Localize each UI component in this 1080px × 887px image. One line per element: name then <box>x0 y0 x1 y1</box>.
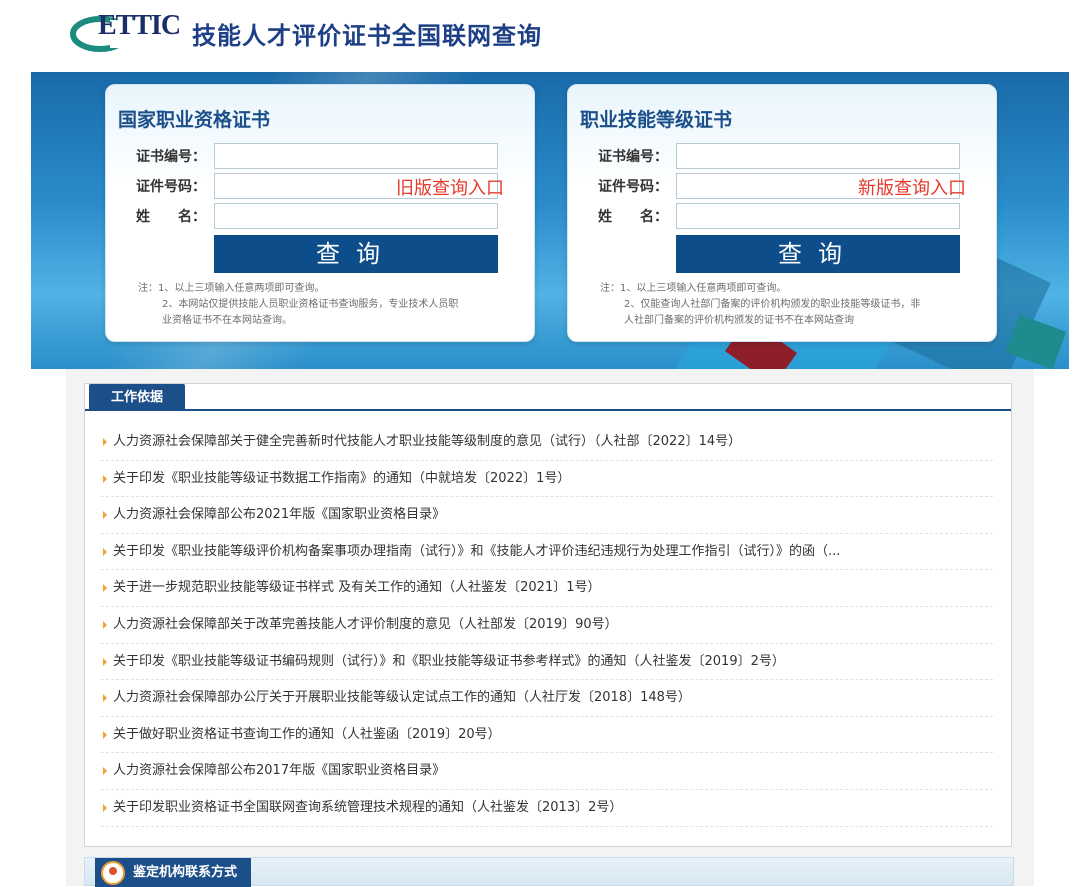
query-banner: 国家职业资格证书 证书编号： 证件号码： 旧版查询入口 姓 名： 查询 注：1、… <box>31 72 1069 369</box>
list-item[interactable]: 人力资源社会保障部关于健全完善新时代技能人才职业技能等级制度的意见（试行）（人社… <box>101 424 993 461</box>
name-row: 姓 名： <box>136 203 506 229</box>
list-item-link[interactable]: 人力资源社会保障部公布2021年版《国家职业资格目录》 <box>113 507 445 522</box>
field-label: 证书编号： <box>136 149 206 165</box>
list-item[interactable]: 人力资源社会保障部公布2021年版《国家职业资格目录》 <box>101 497 993 534</box>
site-header: ETTIC 技能人才评价证书全国联网查询 <box>0 0 1080 72</box>
query-button[interactable]: 查询 <box>214 235 498 273</box>
list-item-link[interactable]: 关于印发《职业技能等级证书编码规则（试行）》和《职业技能等级证书参考样式》的通知… <box>113 654 785 669</box>
list-item-link[interactable]: 关于进一步规范职业技能等级证书样式 及有关工作的通知（人社鉴发〔2021〕1号） <box>113 580 601 595</box>
list-item[interactable]: 人力资源社会保障部公布2017年版《国家职业资格目录》 <box>101 753 993 790</box>
list-item-link[interactable]: 关于做好职业资格证书查询工作的通知（人社鉴函〔2019〕20号） <box>113 727 501 742</box>
field-label: 姓 名： <box>598 209 668 225</box>
list-item-link[interactable]: 关于印发职业资格证书全国联网查询系统管理技术规程的通知（人社鉴发〔2013〕2号… <box>113 800 622 815</box>
id-number-row: 证件号码： 旧版查询入口 <box>136 173 506 199</box>
national-certificate-card: 国家职业资格证书 证书编号： 证件号码： 旧版查询入口 姓 名： 查询 注：1、… <box>105 84 535 342</box>
list-item[interactable]: 人力资源社会保障部办公厅关于开展职业技能等级认定试点工作的通知（人社厅发〔201… <box>101 680 993 717</box>
list-item[interactable]: 关于印发《职业技能等级评价机构备案事项办理指南（试行）》和《技能人才评价违纪违规… <box>101 534 993 571</box>
work-basis-section: 工作依据 人力资源社会保障部关于健全完善新时代技能人才职业技能等级制度的意见（试… <box>84 383 1012 847</box>
list-item[interactable]: 关于印发《职业技能等级证书数据工作指南》的通知（中就培发〔2022〕1号） <box>101 461 993 498</box>
contact-section: 鉴定机构联系方式 <box>84 857 1014 887</box>
name-input[interactable] <box>676 203 960 229</box>
work-basis-list: 人力资源社会保障部关于健全完善新时代技能人才职业技能等级制度的意见（试行）（人社… <box>101 424 993 827</box>
tab-contact[interactable]: 鉴定机构联系方式 <box>95 858 251 887</box>
list-item[interactable]: 关于做好职业资格证书查询工作的通知（人社鉴函〔2019〕20号） <box>101 717 993 754</box>
list-item[interactable]: 人力资源社会保障部关于改革完善技能人才评价制度的意见（人社部发〔2019〕90号… <box>101 607 993 644</box>
certificate-number-input[interactable] <box>676 143 960 169</box>
field-label: 证件号码： <box>136 179 206 195</box>
list-item-link[interactable]: 关于印发《职业技能等级证书数据工作指南》的通知（中就培发〔2022〕1号） <box>113 471 570 486</box>
name-row: 姓 名： <box>598 203 968 229</box>
certificate-number-input[interactable] <box>214 143 498 169</box>
contact-tab-label: 鉴定机构联系方式 <box>133 865 238 880</box>
list-item-link[interactable]: 人力资源社会保障部关于改革完善技能人才评价制度的意见（人社部发〔2019〕90号… <box>113 617 618 632</box>
skill-level-certificate-card: 职业技能等级证书 证书编号： 证件号码： 新版查询入口 姓 名： 查询 注：1、… <box>567 84 997 342</box>
list-item-link[interactable]: 人力资源社会保障部办公厅关于开展职业技能等级认定试点工作的通知（人社厅发〔201… <box>113 690 691 705</box>
note: 注：1、以上三项输入任意两项即可查询。 2、本网站仅提供技能人员职业资格证书查询… <box>138 283 459 326</box>
id-number-row: 证件号码： 新版查询入口 <box>598 173 968 199</box>
id-number-input[interactable] <box>214 173 498 199</box>
list-item-link[interactable]: 人力资源社会保障部公布2017年版《国家职业资格目录》 <box>113 763 445 778</box>
name-input[interactable] <box>214 203 498 229</box>
note: 注：1、以上三项输入任意两项即可查询。 2、仅能查询人社部门备案的评价机构颁发的… <box>600 283 921 326</box>
list-item[interactable]: 关于进一步规范职业技能等级证书样式 及有关工作的通知（人社鉴发〔2021〕1号） <box>101 570 993 607</box>
certificate-number-row: 证书编号： <box>598 143 968 169</box>
page-title: 技能人才评价证书全国联网查询 <box>192 22 542 50</box>
field-label: 姓 名： <box>136 209 206 225</box>
list-item-link[interactable]: 人力资源社会保障部关于健全完善新时代技能人才职业技能等级制度的意见（试行）（人社… <box>113 434 741 449</box>
certificate-number-row: 证书编号： <box>136 143 506 169</box>
contact-icon <box>101 861 125 885</box>
list-item[interactable]: 关于印发《职业技能等级证书编码规则（试行）》和《职业技能等级证书参考样式》的通知… <box>101 644 993 681</box>
card-title: 国家职业资格证书 <box>118 109 271 131</box>
list-item[interactable]: 关于印发职业资格证书全国联网查询系统管理技术规程的通知（人社鉴发〔2013〕2号… <box>101 790 993 827</box>
query-button[interactable]: 查询 <box>676 235 960 273</box>
field-label: 证书编号： <box>598 149 668 165</box>
field-label: 证件号码： <box>598 179 668 195</box>
list-item-link[interactable]: 关于印发《职业技能等级评价机构备案事项办理指南（试行）》和《技能人才评价违纪违规… <box>113 544 840 559</box>
id-number-input[interactable] <box>676 173 960 199</box>
tab-work-basis[interactable]: 工作依据 <box>89 384 185 411</box>
section-tabbar: 工作依据 <box>85 384 1011 411</box>
card-title: 职业技能等级证书 <box>580 109 733 131</box>
logo-text: ETTIC <box>98 10 181 41</box>
